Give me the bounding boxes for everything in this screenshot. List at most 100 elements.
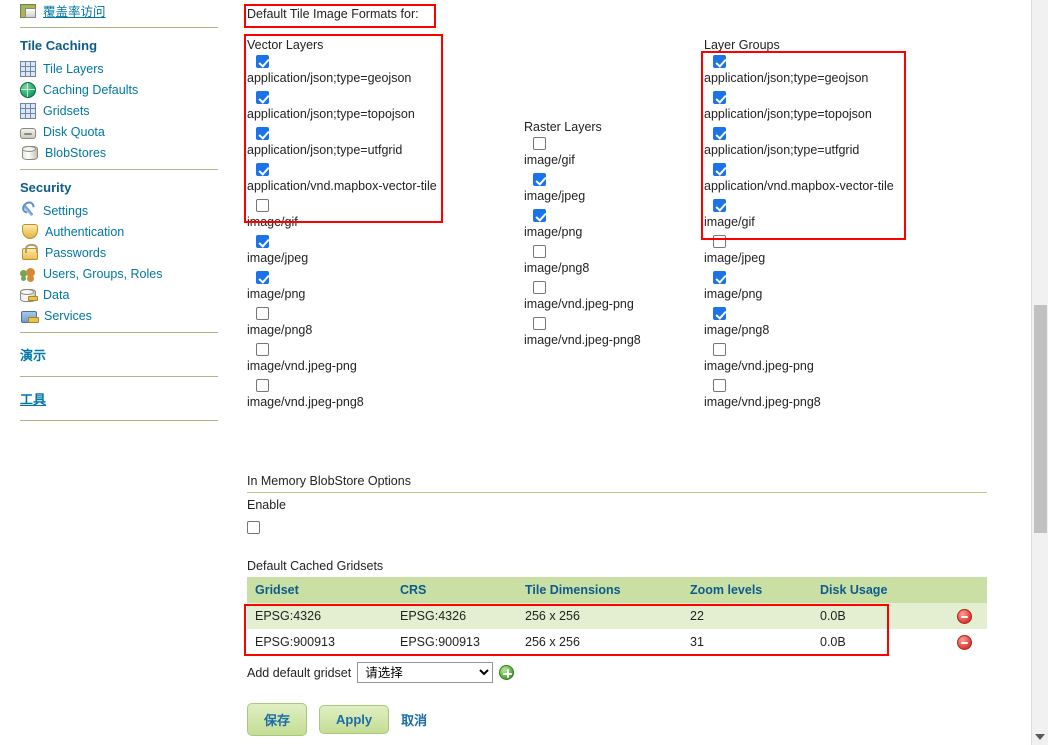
add-gridset-row: Add default gridset 请选择 [247,662,515,683]
sidebar-item-blobstores[interactable]: BlobStores [0,142,238,163]
services-icon [21,310,39,323]
sidebar-item-users-groups-roles[interactable]: Users, Groups, Roles [0,263,238,284]
vector-format-checkbox-geojson[interactable] [256,55,269,68]
vector-format-label: application/json;type=topojson [247,107,415,121]
scroll-down-arrow-icon[interactable] [1035,734,1045,740]
sidebar-item-label: Gridsets [43,103,90,118]
sidebar-item-label: Passwords [45,245,107,260]
vector-format-checkbox-vnd-jpeg-png8[interactable] [256,379,269,392]
layergroup-format-checkbox-mapbox-vector-tile[interactable] [713,163,726,176]
cell-gridset: EPSG:900913 [247,629,392,655]
layergroup-format-label: application/json;type=utfgrid [704,143,860,157]
layergroup-format-label: image/jpeg [704,251,766,265]
sidebar-item-tile-layers[interactable]: Tile Layers [0,58,238,79]
sidebar-item-settings[interactable]: Settings [0,200,238,221]
layergroup-format-label: image/vnd.jpeg-png [704,359,814,373]
format-option: image/gif [704,199,904,229]
grid-icon [20,102,36,119]
gridset-select[interactable]: 请选择 [357,662,494,683]
layer-groups-heading: Layer Groups [704,38,780,52]
raster-format-checkbox-vnd-jpeg-png[interactable] [533,281,546,294]
blobstore-enable-label: Enable [247,498,286,512]
raster-layers-heading: Raster Layers [524,120,602,134]
column-header-disk-usage[interactable]: Disk Usage [812,577,942,603]
vector-format-checkbox-vnd-jpeg-png[interactable] [256,343,269,356]
add-gridset-icon[interactable] [499,665,515,680]
raster-format-label: image/vnd.jpeg-png8 [524,333,641,347]
cell-gridset: EPSG:4326 [247,603,392,629]
remove-gridset-icon[interactable] [957,608,972,624]
vector-format-checkbox-jpeg[interactable] [256,235,269,248]
sidebar-item-passwords[interactable]: Passwords [0,242,238,263]
column-header-zoom-levels[interactable]: Zoom levels [682,577,812,603]
cell-disk-usage: 0.0B [812,629,942,655]
raster-format-checkbox-vnd-jpeg-png8[interactable] [533,317,546,330]
raster-format-label: image/jpeg [524,189,586,203]
vector-format-checkbox-utfgrid[interactable] [256,127,269,140]
format-option: image/png [524,209,714,239]
layergroup-format-checkbox-utfgrid[interactable] [713,127,726,140]
format-option: image/vnd.jpeg-png8 [524,317,714,347]
sidebar-section-title-security: Security [20,180,72,195]
format-option: image/gif [524,137,714,167]
lock-icon [22,244,38,260]
sidebar-item-caching-defaults[interactable]: Caching Defaults [0,79,238,100]
sidebar-divider [20,27,218,28]
layergroup-format-checkbox-png[interactable] [713,271,726,284]
column-header-gridset[interactable]: Gridset [247,577,392,603]
sidebar-item-authentication[interactable]: Authentication [0,221,238,242]
format-option: image/jpeg [247,235,447,265]
raster-format-checkbox-png8[interactable] [533,245,546,258]
page-title: Default Tile Image Formats for: [247,7,419,21]
format-option: application/json;type=geojson [704,55,904,85]
format-option: image/png8 [524,245,714,275]
layergroup-format-checkbox-vnd-jpeg-png8[interactable] [713,379,726,392]
format-option: application/json;type=utfgrid [704,127,904,157]
raster-format-checkbox-jpeg[interactable] [533,173,546,186]
format-option: application/vnd.mapbox-vector-tile [247,163,447,193]
column-header-crs[interactable]: CRS [392,577,517,603]
vector-format-checkbox-mapbox-vector-tile[interactable] [256,163,269,176]
raster-format-checkbox-gif[interactable] [533,137,546,150]
format-option: image/png8 [247,307,447,337]
sidebar-item-services[interactable]: Services [0,305,238,326]
format-option: image/png8 [704,307,904,337]
format-option: image/jpeg [704,235,904,265]
apply-button[interactable]: Apply [319,705,390,734]
layergroup-format-label: application/json;type=geojson [704,71,869,85]
layergroup-format-checkbox-geojson[interactable] [713,55,726,68]
layergroup-format-label: image/png [704,287,763,301]
layergroup-format-checkbox-topojson[interactable] [713,91,726,104]
layergroup-format-checkbox-jpeg[interactable] [713,235,726,248]
layergroup-format-checkbox-png8[interactable] [713,307,726,320]
vector-format-label: application/json;type=geojson [247,71,412,85]
vector-format-checkbox-topojson[interactable] [256,91,269,104]
layergroup-format-checkbox-vnd-jpeg-png[interactable] [713,343,726,356]
format-option: image/vnd.jpeg-png8 [704,379,904,409]
format-option: image/png [247,271,447,301]
vector-format-label: image/png8 [247,323,313,337]
vector-format-checkbox-png8[interactable] [256,307,269,320]
vector-format-checkbox-gif[interactable] [256,199,269,212]
sidebar-item-label: Caching Defaults [43,82,139,97]
sidebar-link-tools[interactable]: 工具 [0,383,238,414]
sidebar-item-coverage-access[interactable]: 覆盖率访问 [0,0,238,21]
sidebar-divider [20,332,218,333]
scrollbar-thumb[interactable] [1034,305,1047,533]
sidebar-item-gridsets[interactable]: Gridsets [0,100,238,121]
remove-gridset-icon[interactable] [957,634,972,650]
cancel-link[interactable]: 取消 [401,710,427,729]
vector-format-checkbox-png[interactable] [256,271,269,284]
save-button[interactable]: 保存 [247,703,308,736]
sidebar-item-label: Authentication [45,224,125,239]
format-option: image/vnd.jpeg-png [704,343,904,373]
raster-format-label: image/vnd.jpeg-png [524,297,634,311]
sidebar-item-disk-quota[interactable]: Disk Quota [0,121,238,142]
column-header-tile-dimensions[interactable]: Tile Dimensions [517,577,682,603]
sidebar-link-demo[interactable]: 演示 [0,339,238,370]
vertical-scrollbar[interactable] [1031,0,1048,745]
raster-format-checkbox-png[interactable] [533,209,546,222]
layergroup-format-checkbox-gif[interactable] [713,199,726,212]
blobstore-enable-checkbox[interactable] [247,521,260,534]
sidebar-item-data[interactable]: Data [0,284,238,305]
